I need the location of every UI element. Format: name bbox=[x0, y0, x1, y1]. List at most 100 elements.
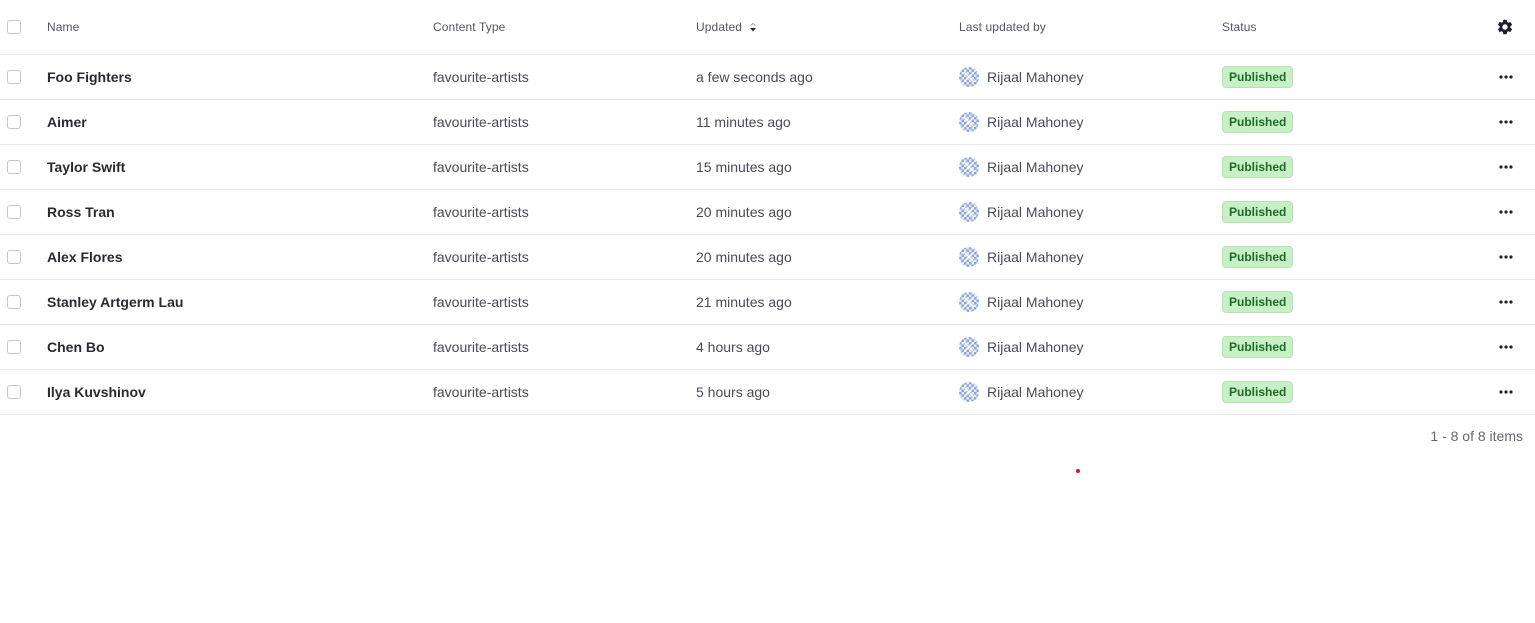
table-body: Foo Fighters favourite-artists a few sec… bbox=[0, 55, 1535, 415]
row-updated-cell: 4 hours ago bbox=[696, 325, 770, 369]
row-content-type-cell: favourite-artists bbox=[433, 55, 529, 99]
row-status-cell: Published bbox=[1222, 370, 1294, 414]
table-row[interactable]: Stanley Artgerm Lau favourite-artists 21… bbox=[0, 280, 1535, 325]
header-status-label: Status bbox=[1222, 20, 1257, 34]
row-select-cell bbox=[7, 190, 21, 234]
row-status-cell: Published bbox=[1222, 280, 1294, 324]
user-avatar-icon bbox=[959, 292, 979, 312]
row-checkbox[interactable] bbox=[7, 205, 21, 219]
row-updated-cell: 15 minutes ago bbox=[696, 145, 792, 189]
ellipsis-icon[interactable] bbox=[1496, 157, 1516, 177]
row-status-cell: Published bbox=[1222, 235, 1294, 279]
row-name-cell: Stanley Artgerm Lau bbox=[47, 280, 183, 324]
ellipsis-icon[interactable] bbox=[1496, 337, 1516, 357]
row-checkbox[interactable] bbox=[7, 160, 21, 174]
row-checkbox[interactable] bbox=[7, 115, 21, 129]
table-row[interactable]: Foo Fighters favourite-artists a few sec… bbox=[0, 55, 1535, 100]
table-row[interactable]: Ross Tran favourite-artists 20 minutes a… bbox=[0, 190, 1535, 235]
row-author-cell: Rijaal Mahoney bbox=[959, 235, 1084, 279]
row-actions-cell bbox=[1496, 235, 1516, 279]
table-row[interactable]: Aimer favourite-artists 11 minutes ago R… bbox=[0, 100, 1535, 145]
author-name: Rijaal Mahoney bbox=[987, 204, 1084, 220]
row-select-cell bbox=[7, 55, 21, 99]
table-row[interactable]: Ilya Kuvshinov favourite-artists 5 hours… bbox=[0, 370, 1535, 415]
select-all-checkbox[interactable] bbox=[7, 20, 21, 34]
row-checkbox[interactable] bbox=[7, 70, 21, 84]
entry-name: Chen Bo bbox=[47, 339, 105, 355]
user-avatar-icon bbox=[959, 67, 979, 87]
cursor-dot bbox=[1076, 469, 1080, 473]
sort-descending-icon[interactable] bbox=[748, 21, 758, 33]
row-content-type-cell: favourite-artists bbox=[433, 325, 529, 369]
row-select-cell bbox=[7, 325, 21, 369]
status-badge: Published bbox=[1222, 381, 1294, 403]
row-updated-cell: 20 minutes ago bbox=[696, 235, 792, 279]
header-last-updated-by[interactable]: Last updated by bbox=[959, 0, 1046, 54]
ellipsis-icon[interactable] bbox=[1496, 247, 1516, 267]
status-badge: Published bbox=[1222, 291, 1294, 313]
content-type: favourite-artists bbox=[433, 114, 529, 130]
row-name-cell: Alex Flores bbox=[47, 235, 122, 279]
user-avatar-icon bbox=[959, 112, 979, 132]
row-status-cell: Published bbox=[1222, 55, 1294, 99]
updated-time: 20 minutes ago bbox=[696, 204, 792, 220]
row-author-cell: Rijaal Mahoney bbox=[959, 190, 1084, 234]
table-row[interactable]: Chen Bo favourite-artists 4 hours ago Ri… bbox=[0, 325, 1535, 370]
row-content-type-cell: favourite-artists bbox=[433, 370, 529, 414]
row-content-type-cell: favourite-artists bbox=[433, 190, 529, 234]
ellipsis-icon[interactable] bbox=[1496, 202, 1516, 222]
row-status-cell: Published bbox=[1222, 145, 1294, 189]
header-name[interactable]: Name bbox=[47, 0, 79, 54]
updated-time: 11 minutes ago bbox=[696, 114, 791, 130]
row-name-cell: Foo Fighters bbox=[47, 55, 132, 99]
row-checkbox[interactable] bbox=[7, 250, 21, 264]
row-content-type-cell: favourite-artists bbox=[433, 280, 529, 324]
header-content-type[interactable]: Content Type bbox=[433, 0, 505, 54]
updated-time: 15 minutes ago bbox=[696, 159, 792, 175]
ellipsis-icon[interactable] bbox=[1496, 382, 1516, 402]
settings-cell bbox=[1496, 0, 1514, 54]
table-row[interactable]: Alex Flores favourite-artists 20 minutes… bbox=[0, 235, 1535, 280]
ellipsis-icon[interactable] bbox=[1496, 112, 1516, 132]
content-type: favourite-artists bbox=[433, 249, 529, 265]
header-updated[interactable]: Updated bbox=[696, 0, 758, 54]
author-name: Rijaal Mahoney bbox=[987, 294, 1084, 310]
row-actions-cell bbox=[1496, 145, 1516, 189]
header-status[interactable]: Status bbox=[1222, 0, 1257, 54]
row-checkbox[interactable] bbox=[7, 340, 21, 354]
ellipsis-icon[interactable] bbox=[1496, 67, 1516, 87]
entry-name: Ross Tran bbox=[47, 204, 115, 220]
row-status-cell: Published bbox=[1222, 325, 1294, 369]
row-name-cell: Ilya Kuvshinov bbox=[47, 370, 146, 414]
entry-name: Aimer bbox=[47, 114, 87, 130]
row-select-cell bbox=[7, 370, 21, 414]
row-name-cell: Chen Bo bbox=[47, 325, 105, 369]
status-badge: Published bbox=[1222, 246, 1294, 268]
content-type: favourite-artists bbox=[433, 339, 529, 355]
header-name-label: Name bbox=[47, 20, 80, 34]
row-checkbox[interactable] bbox=[7, 295, 21, 309]
row-content-type-cell: favourite-artists bbox=[433, 145, 529, 189]
status-badge: Published bbox=[1222, 201, 1294, 223]
author-name: Rijaal Mahoney bbox=[987, 249, 1084, 265]
row-name-cell: Aimer bbox=[47, 100, 87, 144]
select-all-cell bbox=[7, 0, 21, 54]
row-checkbox[interactable] bbox=[7, 385, 21, 399]
row-select-cell bbox=[7, 100, 21, 144]
table-row[interactable]: Taylor Swift favourite-artists 15 minute… bbox=[0, 145, 1535, 190]
updated-time: 4 hours ago bbox=[696, 339, 770, 355]
author-name: Rijaal Mahoney bbox=[987, 69, 1084, 85]
entry-name: Ilya Kuvshinov bbox=[47, 384, 146, 400]
header-last-updated-by-label: Last updated by bbox=[959, 20, 1046, 34]
updated-time: 21 minutes ago bbox=[696, 294, 792, 310]
row-actions-cell bbox=[1496, 190, 1516, 234]
row-updated-cell: 11 minutes ago bbox=[696, 100, 791, 144]
row-status-cell: Published bbox=[1222, 100, 1294, 144]
row-content-type-cell: favourite-artists bbox=[433, 100, 529, 144]
row-author-cell: Rijaal Mahoney bbox=[959, 280, 1084, 324]
ellipsis-icon[interactable] bbox=[1496, 292, 1516, 312]
gear-icon[interactable] bbox=[1496, 18, 1514, 36]
row-select-cell bbox=[7, 145, 21, 189]
content-type: favourite-artists bbox=[433, 159, 529, 175]
row-updated-cell: a few seconds ago bbox=[696, 55, 813, 99]
